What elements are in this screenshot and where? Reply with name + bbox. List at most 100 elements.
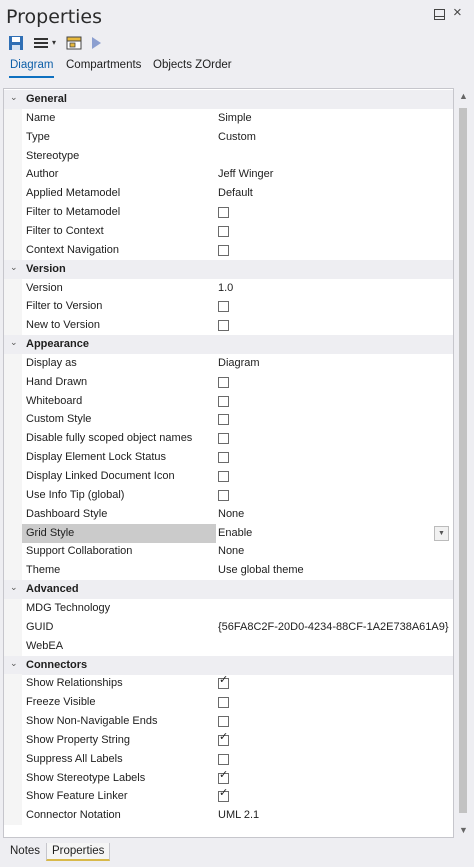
property-row-webea[interactable]: WebEA bbox=[4, 636, 453, 656]
property-row-applied-metamodel[interactable]: Applied Metamodel Default bbox=[4, 184, 453, 204]
menu-icon[interactable] bbox=[34, 35, 48, 51]
property-value[interactable]: Jeff Winger bbox=[218, 168, 273, 180]
category-label: General bbox=[26, 93, 67, 105]
dropdown-button-icon[interactable]: ▼ bbox=[434, 525, 449, 541]
property-row-filter-to-metamodel[interactable]: Filter to Metamodel bbox=[4, 203, 453, 223]
checkmark-icon: ✓ bbox=[219, 730, 229, 743]
property-checkbox[interactable] bbox=[218, 376, 229, 388]
property-checkbox[interactable] bbox=[218, 320, 229, 332]
property-name: Connector Notation bbox=[26, 809, 121, 822]
property-row-whiteboard[interactable]: Whiteboard bbox=[4, 391, 453, 411]
property-row-display-linked-document-icon[interactable]: Display Linked Document Icon bbox=[4, 467, 453, 486]
category-advanced[interactable]: ⌄ Advanced bbox=[4, 580, 453, 600]
tab-compartments[interactable]: Compartments bbox=[66, 59, 141, 71]
property-value[interactable]: {56FA8C2F-20D0-4234-88CF-1A2E738A61A9} bbox=[218, 621, 449, 633]
property-row-show-property-string[interactable]: Show Property String ✓ bbox=[4, 730, 453, 750]
property-row-name[interactable]: Name Simple bbox=[4, 108, 453, 128]
chevron-down-icon[interactable]: ⌄ bbox=[10, 658, 18, 669]
property-checkbox[interactable]: ✓ bbox=[218, 675, 229, 690]
restore-icon[interactable] bbox=[434, 9, 445, 20]
property-row-show-feature-linker[interactable]: Show Feature Linker ✓ bbox=[4, 787, 453, 807]
chevron-down-icon[interactable]: ▾ bbox=[52, 38, 60, 54]
property-checkbox[interactable]: ✓ bbox=[218, 769, 229, 784]
property-checkbox[interactable] bbox=[218, 697, 229, 709]
package-icon[interactable] bbox=[66, 35, 82, 51]
property-row-support-collaboration[interactable]: Support Collaboration None bbox=[4, 542, 453, 562]
property-value[interactable]: UML 2.1 bbox=[218, 809, 259, 821]
property-row-author[interactable]: Author Jeff Winger bbox=[4, 165, 453, 185]
property-row-grid-style[interactable]: Grid Style Enable ▼ bbox=[4, 523, 453, 543]
property-row-hand-drawn[interactable]: Hand Drawn bbox=[4, 372, 453, 392]
property-row-mdg-technology[interactable]: MDG Technology bbox=[4, 598, 453, 618]
property-row-disable-fully-scoped-object-names[interactable]: Disable fully scoped object names bbox=[4, 429, 453, 449]
property-value[interactable]: None bbox=[218, 545, 244, 557]
property-row-dashboard-style[interactable]: Dashboard Style None bbox=[4, 504, 453, 524]
tab-objects-zorder[interactable]: Objects ZOrder bbox=[153, 59, 232, 71]
chevron-down-icon[interactable]: ⌄ bbox=[10, 582, 18, 593]
property-row-connector-notation[interactable]: Connector Notation UML 2.1 bbox=[4, 806, 453, 826]
property-checkbox[interactable] bbox=[218, 225, 229, 237]
property-row-filter-to-context[interactable]: Filter to Context bbox=[4, 221, 453, 241]
scroll-thumb[interactable] bbox=[459, 108, 467, 813]
property-row-stereotype[interactable]: Stereotype bbox=[4, 146, 453, 166]
chevron-down-icon[interactable]: ⌄ bbox=[10, 337, 18, 348]
property-checkbox[interactable] bbox=[218, 489, 229, 501]
property-row-custom-style[interactable]: Custom Style bbox=[4, 410, 453, 430]
property-row-version[interactable]: Version 1.0 bbox=[4, 278, 453, 298]
property-checkbox[interactable] bbox=[218, 414, 229, 426]
row-gutter bbox=[4, 806, 22, 826]
property-row-suppress-all-labels[interactable]: Suppress All Labels bbox=[4, 749, 453, 769]
property-row-new-to-version[interactable]: New to Version bbox=[4, 316, 453, 336]
property-value[interactable]: Use global theme bbox=[218, 564, 304, 576]
property-value[interactable]: Diagram bbox=[218, 357, 260, 369]
category-version[interactable]: ⌄ Version bbox=[4, 259, 453, 279]
property-checkbox[interactable]: ✓ bbox=[218, 730, 229, 746]
property-checkbox[interactable] bbox=[218, 471, 229, 482]
property-checkbox[interactable]: ✓ bbox=[218, 788, 229, 803]
property-value[interactable]: Custom bbox=[218, 131, 256, 143]
property-value[interactable]: Simple bbox=[218, 112, 252, 124]
tab-properties[interactable]: Properties bbox=[46, 843, 111, 861]
property-row-display-element-lock-status[interactable]: Display Element Lock Status bbox=[4, 448, 453, 468]
category-connectors[interactable]: ⌄ Connectors bbox=[4, 655, 453, 675]
property-name: Support Collaboration bbox=[26, 545, 133, 558]
tab-diagram[interactable]: Diagram bbox=[8, 59, 55, 78]
chevron-down-icon[interactable]: ⌄ bbox=[10, 262, 18, 273]
row-gutter bbox=[4, 240, 22, 260]
property-checkbox[interactable] bbox=[218, 244, 229, 256]
property-row-display-as[interactable]: Display as Diagram bbox=[4, 353, 453, 373]
property-value[interactable]: 1.0 bbox=[218, 282, 233, 294]
property-checkbox[interactable] bbox=[218, 716, 229, 728]
chevron-down-icon[interactable]: ⌄ bbox=[10, 92, 18, 103]
property-checkbox[interactable] bbox=[218, 395, 229, 407]
property-checkbox[interactable] bbox=[218, 301, 229, 313]
tab-notes[interactable]: Notes bbox=[5, 843, 45, 859]
property-checkbox[interactable] bbox=[218, 452, 229, 464]
property-value[interactable]: None bbox=[218, 508, 244, 520]
property-checkbox[interactable] bbox=[218, 433, 229, 445]
property-checkbox[interactable] bbox=[218, 753, 229, 765]
scroll-up-icon[interactable]: ▲ bbox=[459, 91, 468, 101]
property-row-show-non-navigable-ends[interactable]: Show Non-Navigable Ends bbox=[4, 712, 453, 732]
property-row-show-stereotype-labels[interactable]: Show Stereotype Labels ✓ bbox=[4, 768, 453, 788]
save-icon[interactable] bbox=[8, 35, 24, 51]
play-icon[interactable] bbox=[90, 35, 102, 51]
category-appearance[interactable]: ⌄ Appearance bbox=[4, 335, 453, 355]
property-row-type[interactable]: Type Custom bbox=[4, 127, 453, 147]
property-value[interactable]: Enable bbox=[218, 527, 252, 539]
category-general[interactable]: ⌄ General bbox=[4, 90, 453, 109]
property-value[interactable]: Default bbox=[218, 187, 253, 199]
property-row-guid[interactable]: GUID {56FA8C2F-20D0-4234-88CF-1A2E738A61A… bbox=[4, 617, 453, 637]
vertical-scrollbar[interactable]: ▲ ▼ bbox=[454, 88, 472, 838]
scroll-down-icon[interactable]: ▼ bbox=[459, 825, 468, 835]
property-name: Show Property String bbox=[26, 733, 130, 746]
row-gutter bbox=[4, 561, 22, 581]
property-row-context-navigation[interactable]: Context Navigation bbox=[4, 240, 453, 260]
close-icon[interactable]: × bbox=[453, 4, 462, 21]
property-checkbox[interactable] bbox=[218, 207, 229, 219]
property-row-show-relationships[interactable]: Show Relationships ✓ bbox=[4, 674, 453, 694]
property-row-theme[interactable]: Theme Use global theme bbox=[4, 561, 453, 581]
property-row-filter-to-version[interactable]: Filter to Version bbox=[4, 297, 453, 317]
property-row-use-info-tip-global[interactable]: Use Info Tip (global) bbox=[4, 485, 453, 505]
property-row-freeze-visible[interactable]: Freeze Visible bbox=[4, 693, 453, 713]
